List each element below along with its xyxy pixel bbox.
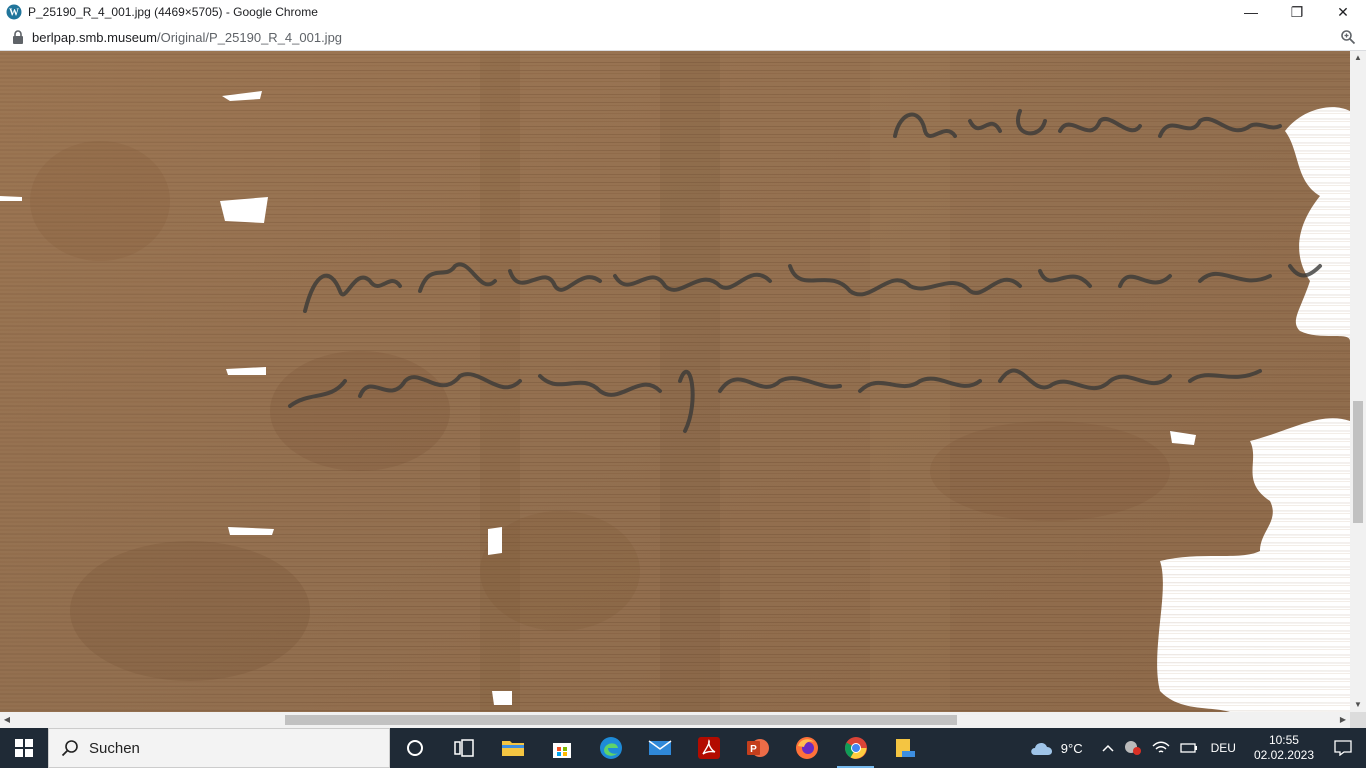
weather-temp[interactable]: 9°C — [1061, 741, 1083, 756]
firefox-button[interactable] — [782, 728, 831, 768]
windows-icon — [15, 739, 33, 757]
powerpoint-button[interactable]: P — [733, 728, 782, 768]
stain — [70, 541, 310, 681]
vertical-scroll-thumb[interactable] — [1353, 401, 1363, 523]
edge-button[interactable] — [586, 728, 635, 768]
acrobat-icon — [697, 737, 720, 759]
file-explorer-button[interactable] — [488, 728, 537, 768]
minimize-button[interactable]: — — [1228, 0, 1274, 24]
taskbar: Suchen P 9°C DEU 10:55 02.02.2023 — [0, 728, 1366, 768]
stain — [480, 511, 640, 631]
stain — [270, 351, 450, 471]
taskbar-search[interactable]: Suchen — [48, 728, 390, 768]
address-bar[interactable]: berlpap.smb.museum/Original/P_25190_R_4_… — [0, 24, 1366, 51]
powerpoint-icon: P — [746, 739, 769, 757]
scrollbar-corner — [1350, 712, 1366, 728]
store-button[interactable] — [537, 728, 586, 768]
task-view-icon — [453, 739, 474, 757]
papyrus-hole — [220, 197, 268, 223]
chrome-icon — [844, 737, 867, 759]
store-icon — [552, 743, 571, 758]
close-button[interactable]: ✕ — [1320, 0, 1366, 24]
wordpress-icon: W — [6, 4, 22, 20]
cortana-icon — [406, 740, 423, 756]
search-icon — [61, 740, 78, 757]
vertical-scrollbar[interactable]: ▲ ▼ — [1350, 51, 1366, 712]
clock-date: 02.02.2023 — [1253, 748, 1314, 762]
notifications-icon[interactable] — [1334, 740, 1352, 756]
chrome-button[interactable] — [831, 728, 880, 768]
zoom-icon[interactable] — [1340, 29, 1356, 45]
scroll-left-button[interactable]: ◀ — [0, 712, 14, 728]
file-explorer-icon — [501, 741, 524, 756]
mail-button[interactable] — [635, 728, 684, 768]
clock[interactable]: 10:55 02.02.2023 — [1254, 733, 1314, 763]
folder-icon — [895, 739, 915, 757]
svg-text:P: P — [750, 744, 757, 755]
svg-text:W: W — [9, 8, 19, 19]
search-placeholder: Suchen — [89, 739, 140, 757]
url-path: /Original/P_25190_R_4_001.jpg — [157, 29, 343, 45]
restore-button[interactable]: ❐ — [1274, 0, 1320, 24]
scroll-up-button[interactable]: ▲ — [1350, 51, 1366, 65]
url-host: berlpap.smb.museum — [32, 29, 157, 45]
window-title: P_25190_R_4_001.jpg (4469×5705) - Google… — [28, 5, 318, 19]
firefox-icon — [795, 737, 818, 759]
stain — [30, 141, 170, 261]
language-indicator[interactable]: DEU — [1211, 741, 1236, 755]
cloud-icon[interactable] — [1029, 739, 1055, 757]
scroll-down-button[interactable]: ▼ — [1350, 698, 1366, 712]
folder-button[interactable] — [880, 728, 929, 768]
papyrus-hole — [488, 527, 502, 555]
task-view-button[interactable] — [439, 728, 488, 768]
notification-app-icon[interactable] — [1124, 740, 1142, 756]
url-text[interactable]: berlpap.smb.museum/Original/P_25190_R_4_… — [32, 30, 1340, 45]
papyrus-image[interactable] — [0, 51, 1350, 712]
cortana-button[interactable] — [390, 728, 439, 768]
wifi-icon[interactable] — [1152, 741, 1170, 755]
mail-icon — [648, 740, 671, 755]
lock-icon[interactable] — [12, 30, 24, 44]
horizontal-scrollbar[interactable]: ◀ ▶ — [0, 712, 1350, 728]
stain — [930, 421, 1170, 521]
system-tray: 9°C DEU 10:55 02.02.2023 — [1029, 728, 1366, 768]
clock-time: 10:55 — [1268, 733, 1299, 747]
acrobat-button[interactable] — [684, 728, 733, 768]
image-viewport[interactable] — [0, 51, 1350, 712]
title-bar: W P_25190_R_4_001.jpg (4469×5705) - Goog… — [0, 0, 1366, 24]
chevron-up-icon[interactable] — [1102, 744, 1114, 752]
horizontal-scroll-thumb[interactable] — [285, 715, 957, 725]
start-button[interactable] — [0, 728, 48, 768]
edge-icon — [599, 737, 622, 759]
scroll-right-button[interactable]: ▶ — [1336, 712, 1350, 728]
power-icon[interactable] — [1179, 742, 1198, 754]
papyrus-hole — [492, 691, 512, 705]
